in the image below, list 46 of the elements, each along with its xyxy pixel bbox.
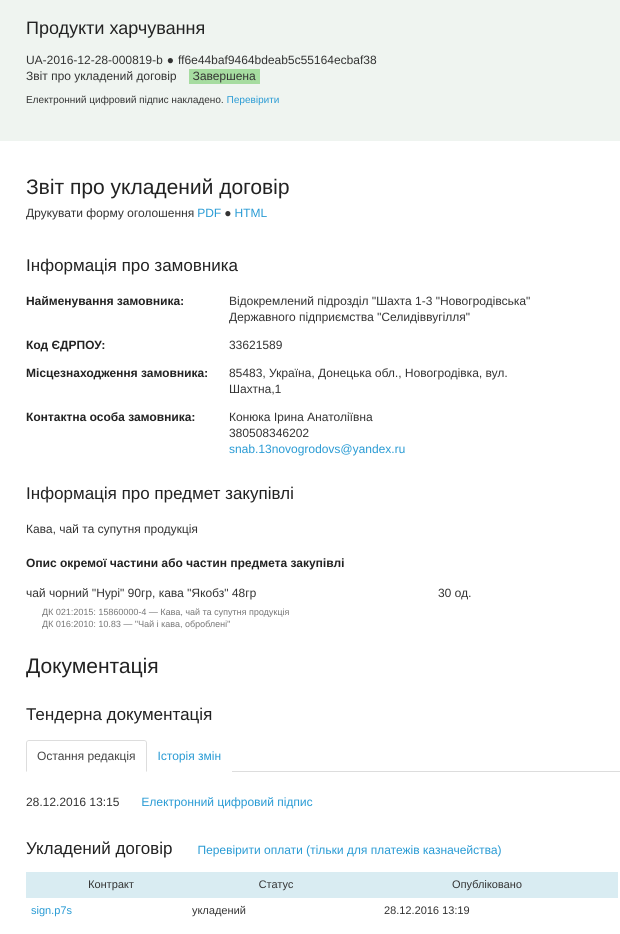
- page-title: Продукти харчування: [26, 17, 206, 40]
- print-label: Друкувати форму оголошення: [26, 205, 194, 221]
- table-cell-text: 28.12.2016 13:19: [384, 905, 471, 917]
- separator-dot: ●: [166, 52, 174, 68]
- report-title: Звіт про укладений договір: [26, 175, 291, 201]
- field-value: Відокремлений підрозділ "Шахта 1-3 "Новогродівська": [229, 293, 532, 309]
- print-link[interactable]: HTML: [234, 205, 268, 221]
- verify-link[interactable]: Перевірити: [226, 94, 280, 108]
- column-header: Опубліковано: [451, 879, 523, 891]
- email-link[interactable]: snab.13novogrodovs@yandex.ru: [229, 441, 594, 457]
- section-heading: Інформація про предмет закупівлі: [26, 483, 295, 505]
- status-badge: Завершена: [188, 68, 260, 84]
- field-value: 33621589: [229, 337, 284, 353]
- item-quantity: 30 од.: [438, 585, 472, 601]
- classification-code: ДК 021:2015: 15860000-4 — Кава, чай та супутня продукція: [42, 606, 290, 618]
- field-label: Контактна особа замовника:: [26, 409, 196, 426]
- field-value: Шахтна,1: [229, 381, 282, 397]
- signature-note: Електронний цифровий підпис накладено.: [26, 94, 224, 108]
- tender-id: UA-2016-12-28-000819-b: [26, 52, 163, 68]
- field-label: Найменування замовника:: [26, 293, 186, 310]
- section-heading: Документація: [26, 654, 160, 680]
- procedure-type: Звіт про укладений договір: [26, 68, 177, 84]
- document-date: 28.12.2016 13:15: [26, 794, 120, 810]
- tab[interactable]: Остання редакція: [26, 740, 147, 772]
- section-heading: Інформація про замовника: [26, 255, 240, 277]
- lots-heading: Опис окремої частини або частин предмета закупівлі: [26, 555, 346, 571]
- field-value: Державного підприємства "Селидіввугілля": [229, 309, 471, 325]
- subject-description: Кава, чай та супутня продукція: [26, 521, 199, 537]
- section-heading: Укладений договір: [26, 838, 172, 860]
- column-header: Контракт: [87, 879, 135, 891]
- subsection-heading: Тендерна документація: [26, 704, 214, 726]
- document-link[interactable]: Електронний цифровий підпис: [141, 794, 313, 810]
- table-cell-text: укладений: [192, 905, 247, 917]
- print-link[interactable]: PDF: [197, 205, 222, 221]
- classification-code: ДК 016:2010: 10.83 — "Чай і кава, оброблені": [42, 618, 232, 630]
- item-name: чай чорний "Нурі" 90гр, кава "Якобз" 48гр: [26, 585, 258, 601]
- field-value: Конюка Ірина Анатоліївна: [229, 409, 374, 425]
- field-value: 85483, Україна, Донецька обл., Новогродівка, вул.: [229, 365, 509, 381]
- field-value: 380508346202: [229, 425, 310, 441]
- field-label: Місцезнаходження замовника:: [26, 365, 210, 382]
- file-link[interactable]: sign.p7s: [31, 905, 192, 917]
- field-label: Код ЄДРПОУ:: [26, 337, 106, 353]
- separator-dot: ●: [224, 205, 232, 221]
- payments-link[interactable]: Перевірити оплати (тільки для платежів казначейства): [197, 843, 502, 857]
- column-header: Статус: [258, 879, 294, 891]
- tender-hash: ff6e44baf9464bdeab5c55164ecbaf38: [178, 52, 377, 68]
